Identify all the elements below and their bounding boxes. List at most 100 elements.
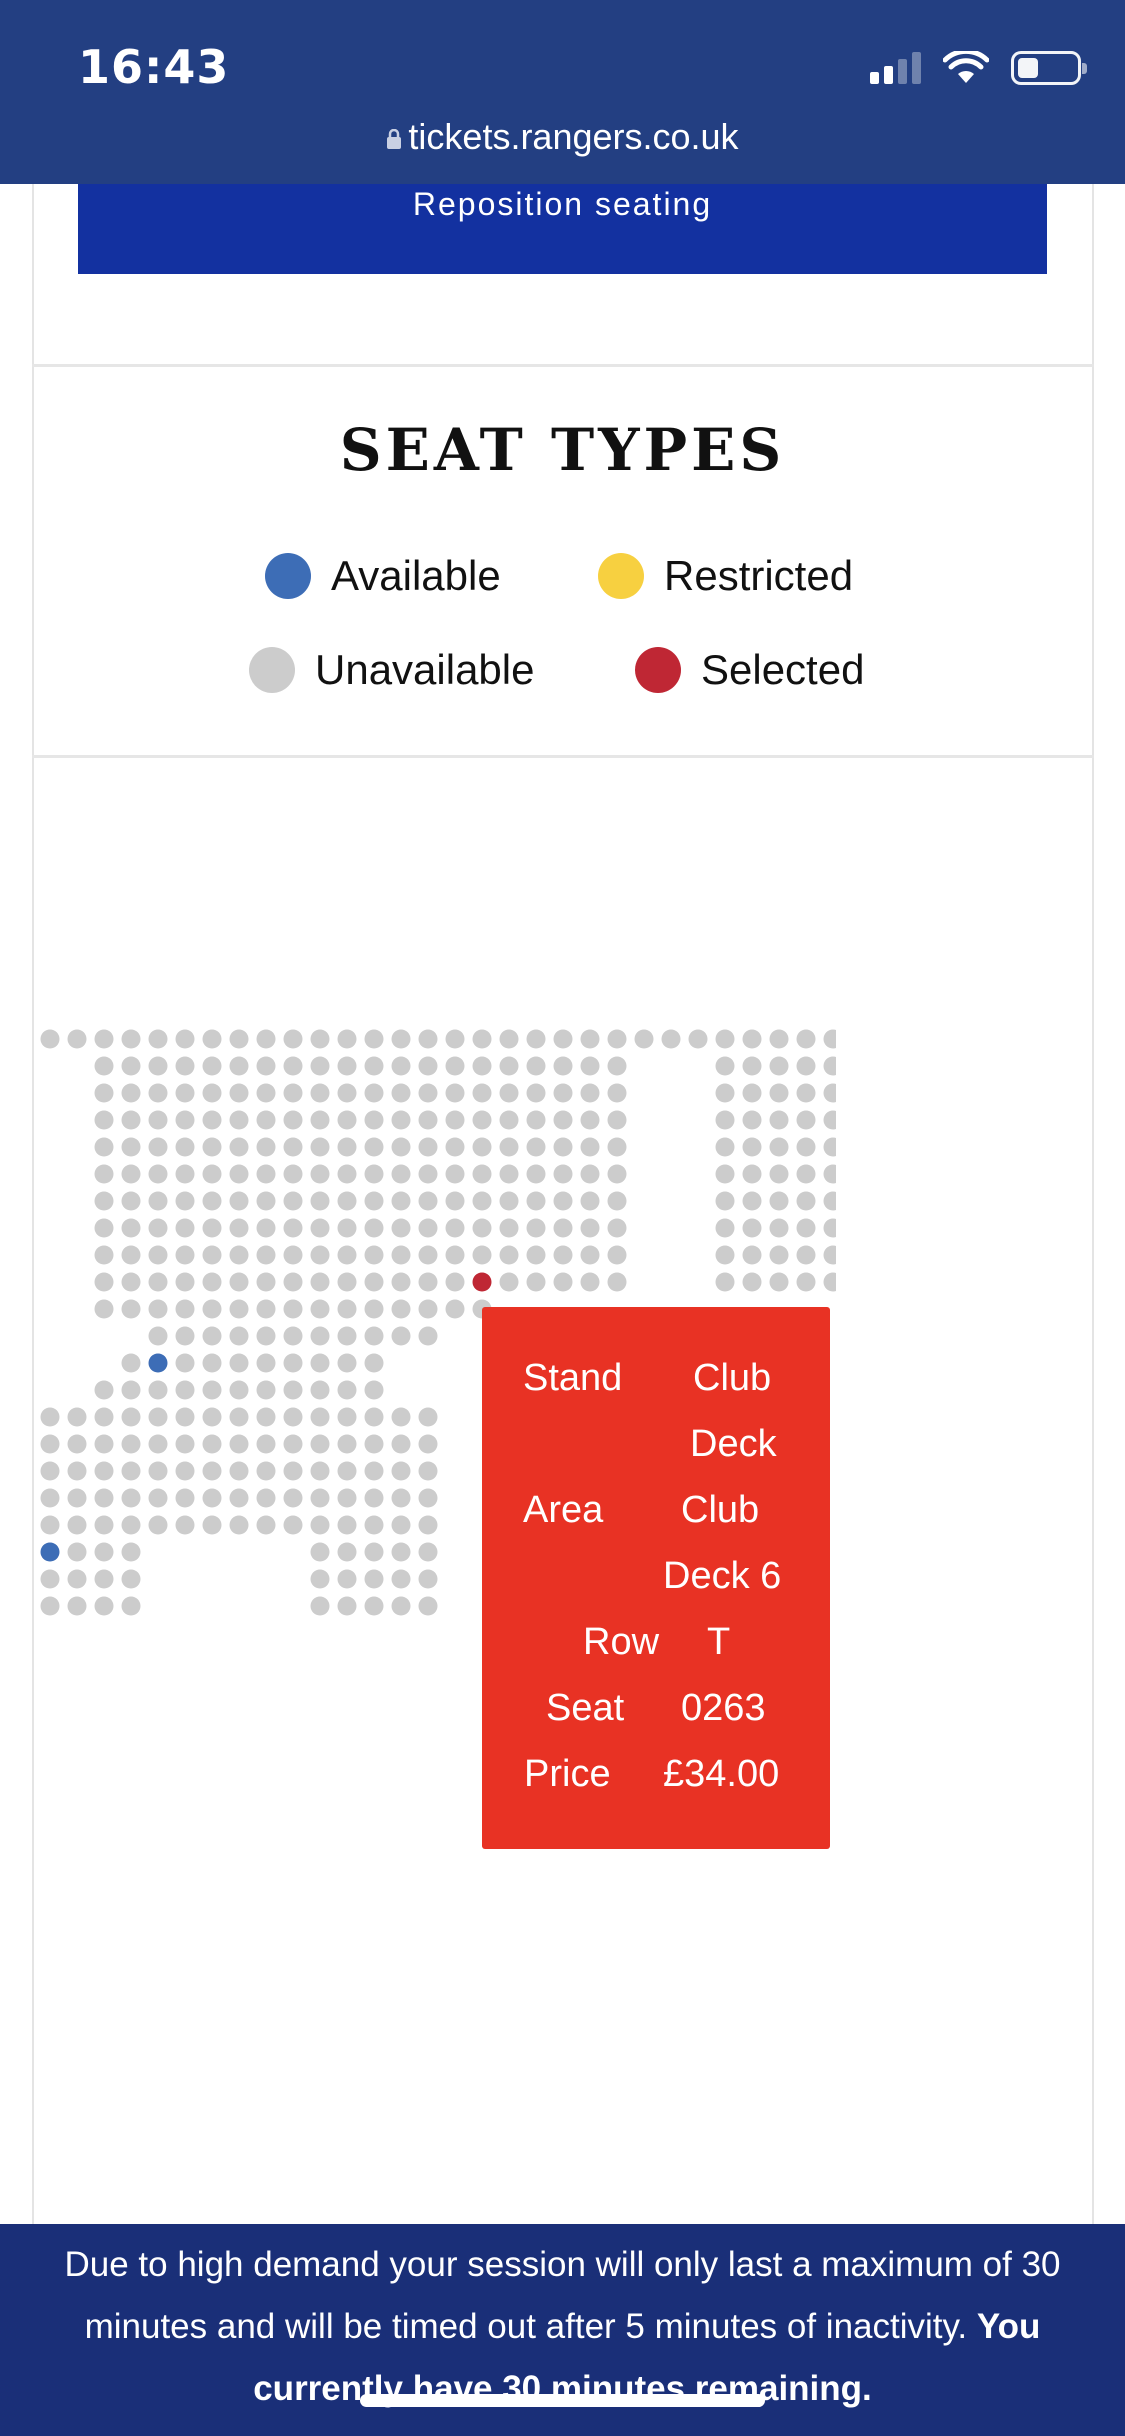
seat-unavailable — [634, 1029, 654, 1049]
seat-unavailable — [391, 1029, 411, 1049]
seat-unavailable — [391, 1272, 411, 1292]
seat-unavailable — [391, 1191, 411, 1211]
seat-unavailable — [391, 1245, 411, 1265]
seat-unavailable — [418, 1488, 438, 1508]
seat-unavailable — [175, 1218, 195, 1238]
seat-unavailable — [40, 1434, 60, 1454]
seat-unavailable — [391, 1218, 411, 1238]
legend-restricted: Restricted — [598, 552, 853, 600]
seat-unavailable — [121, 1191, 141, 1211]
seat-unavailable — [553, 1110, 573, 1130]
seat-unavailable — [229, 1245, 249, 1265]
seat-unavailable — [472, 1029, 492, 1049]
seat-unavailable — [526, 1083, 546, 1103]
seat-unavailable — [283, 1353, 303, 1373]
seat-unavailable — [391, 1299, 411, 1319]
seat-unavailable — [337, 1272, 357, 1292]
seat-unavailable — [67, 1407, 87, 1427]
seat-unavailable — [202, 1218, 222, 1238]
seat-unavailable — [445, 1218, 465, 1238]
seat-unavailable — [229, 1137, 249, 1157]
browser-status-bar: 16:43 tickets.rangers.co.uk — [0, 0, 1125, 184]
seat-unavailable — [337, 1434, 357, 1454]
seat-unavailable — [796, 1164, 816, 1184]
seat-unavailable — [607, 1218, 627, 1238]
seat-unavailable — [283, 1326, 303, 1346]
seat-unavailable — [445, 1299, 465, 1319]
address-bar[interactable]: tickets.rangers.co.uk — [0, 116, 1125, 158]
seat-unavailable — [553, 1056, 573, 1076]
legend-selected-label: Selected — [701, 646, 865, 693]
seat-unavailable — [283, 1380, 303, 1400]
seat-unavailable — [769, 1191, 789, 1211]
seat-unavailable — [337, 1380, 357, 1400]
seat-unavailable — [607, 1245, 627, 1265]
seat-unavailable — [310, 1110, 330, 1130]
seat-unavailable — [364, 1218, 384, 1238]
url-text: tickets.rangers.co.uk — [408, 116, 739, 157]
seat-unavailable — [121, 1515, 141, 1535]
seat-selected[interactable] — [472, 1272, 492, 1292]
seat-unavailable — [283, 1407, 303, 1427]
seat-unavailable — [202, 1326, 222, 1346]
seat-unavailable — [742, 1110, 762, 1130]
seat-unavailable — [283, 1191, 303, 1211]
unavailable-dot-icon — [249, 647, 295, 693]
seat-unavailable — [148, 1380, 168, 1400]
seat-unavailable — [526, 1110, 546, 1130]
seat-unavailable — [445, 1191, 465, 1211]
seat-unavailable — [202, 1461, 222, 1481]
seat-unavailable — [40, 1488, 60, 1508]
session-timeout-message: Due to high demand your session will onl… — [64, 2245, 1061, 2346]
seat-unavailable — [364, 1515, 384, 1535]
seat-unavailable — [175, 1326, 195, 1346]
seat-unavailable — [94, 1029, 114, 1049]
seat-unavailable — [391, 1542, 411, 1562]
seat-unavailable — [175, 1515, 195, 1535]
seat-unavailable — [499, 1272, 519, 1292]
seat-unavailable — [418, 1434, 438, 1454]
seat-unavailable — [148, 1083, 168, 1103]
seat-unavailable — [283, 1218, 303, 1238]
seat-unavailable — [256, 1380, 276, 1400]
seat-unavailable — [337, 1488, 357, 1508]
seat-available[interactable] — [40, 1542, 60, 1562]
seat-types-heading: SEAT TYPES — [339, 416, 786, 484]
seat-unavailable — [337, 1326, 357, 1346]
seat-unavailable — [391, 1596, 411, 1616]
seat-unavailable — [283, 1299, 303, 1319]
seat-unavailable — [337, 1596, 357, 1616]
seat-unavailable — [256, 1515, 276, 1535]
home-indicator[interactable] — [360, 2394, 765, 2407]
stand-value-line-1: Club — [693, 1357, 772, 1399]
seat-unavailable — [418, 1191, 438, 1211]
seat-unavailable — [310, 1218, 330, 1238]
seat-unavailable — [364, 1488, 384, 1508]
seat-unavailable — [499, 1056, 519, 1076]
seat-unavailable — [823, 1191, 836, 1211]
seat-unavailable — [472, 1245, 492, 1265]
seat-unavailable — [148, 1272, 168, 1292]
seat-unavailable — [580, 1191, 600, 1211]
seat-unavailable — [769, 1110, 789, 1130]
seat-unavailable — [175, 1434, 195, 1454]
seat-unavailable — [283, 1029, 303, 1049]
seat-unavailable — [580, 1164, 600, 1184]
seat-unavailable — [580, 1029, 600, 1049]
seat-unavailable — [175, 1137, 195, 1157]
seat-unavailable — [337, 1218, 357, 1238]
seat-unavailable — [364, 1569, 384, 1589]
seat-unavailable — [526, 1164, 546, 1184]
seat-unavailable — [310, 1191, 330, 1211]
seat-unavailable — [607, 1083, 627, 1103]
seat-unavailable — [202, 1515, 222, 1535]
seat-available[interactable] — [148, 1353, 168, 1373]
reposition-seating-button[interactable]: Reposition seating — [78, 184, 1047, 274]
seat-unavailable — [553, 1164, 573, 1184]
seat-unavailable — [121, 1137, 141, 1157]
seat-unavailable — [202, 1164, 222, 1184]
seat-unavailable — [391, 1137, 411, 1157]
seat-unavailable — [175, 1353, 195, 1373]
seat-unavailable — [742, 1083, 762, 1103]
seat-unavailable — [283, 1515, 303, 1535]
